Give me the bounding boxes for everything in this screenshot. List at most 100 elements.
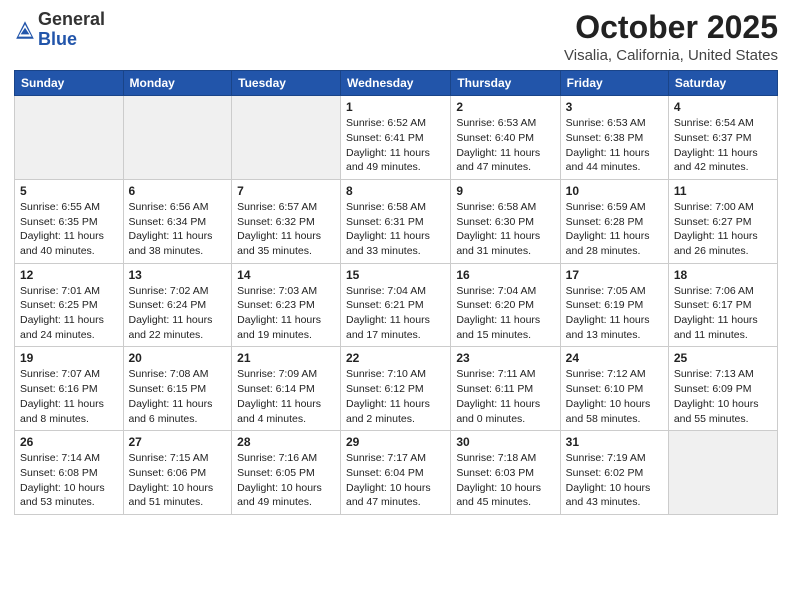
day-info: Sunrise: 7:01 AM Sunset: 6:25 PM Dayligh… [20, 284, 118, 343]
day-info: Sunrise: 6:53 AM Sunset: 6:38 PM Dayligh… [566, 116, 663, 175]
day-info: Sunrise: 7:04 AM Sunset: 6:20 PM Dayligh… [456, 284, 554, 343]
day-number: 16 [456, 268, 554, 282]
logo-general: General [38, 9, 105, 29]
logo-blue: Blue [38, 29, 77, 49]
table-row: 21Sunrise: 7:09 AM Sunset: 6:14 PM Dayli… [232, 347, 341, 431]
day-info: Sunrise: 7:00 AM Sunset: 6:27 PM Dayligh… [674, 200, 772, 259]
table-row: 10 Sunrise: 6:59 AM Sunset: 6:28 PM Dayli… [560, 179, 668, 263]
day-info: Sunrise: 7:03 AM Sunset: 6:23 PM Dayligh… [237, 284, 335, 343]
table-row [232, 96, 341, 180]
calendar-container: General Blue October 2025 Visalia, Calif… [0, 0, 792, 612]
table-row: 4 Sunrise: 6:54 AM Sunset: 6:37 PM Daylig… [668, 96, 777, 180]
logo: General Blue [14, 10, 105, 50]
day-info: Sunrise: 7:10 AM Sunset: 6:12 PM Dayligh… [346, 367, 445, 426]
day-number: 10 [566, 184, 663, 198]
table-row: 18 Sunrise: 7:06 AM Sunset: 6:17 PM Dayli… [668, 263, 777, 347]
day-number: 7 [237, 184, 335, 198]
day-number: 8 [346, 184, 445, 198]
table-row: 29Sunrise: 7:17 AM Sunset: 6:04 PM Dayli… [341, 431, 451, 515]
day-number: 12 [20, 268, 118, 282]
day-number: 15 [346, 268, 445, 282]
day-info: Sunrise: 6:54 AM Sunset: 6:37 PM Dayligh… [674, 116, 772, 175]
day-number: 2 [456, 100, 554, 114]
day-info: Sunrise: 6:58 AM Sunset: 6:30 PM Dayligh… [456, 200, 554, 259]
day-number: 13 [129, 268, 227, 282]
day-info: Sunrise: 7:14 AM Sunset: 6:08 PM Dayligh… [20, 451, 118, 510]
day-number: 6 [129, 184, 227, 198]
day-info: Sunrise: 6:55 AM Sunset: 6:35 PM Dayligh… [20, 200, 118, 259]
title-block: October 2025 Visalia, California, United… [564, 10, 778, 64]
day-info: Sunrise: 7:19 AM Sunset: 6:02 PM Dayligh… [566, 451, 663, 510]
day-number: 18 [674, 268, 772, 282]
day-info: Sunrise: 7:04 AM Sunset: 6:21 PM Dayligh… [346, 284, 445, 343]
day-number: 4 [674, 100, 772, 114]
day-number: 14 [237, 268, 335, 282]
header-wednesday: Wednesday [341, 71, 451, 96]
month-title: October 2025 [564, 10, 778, 45]
header-friday: Friday [560, 71, 668, 96]
header-sunday: Sunday [15, 71, 124, 96]
header-saturday: Saturday [668, 71, 777, 96]
day-number: 1 [346, 100, 445, 114]
day-number: 30 [456, 435, 554, 449]
day-number: 31 [566, 435, 663, 449]
day-number: 17 [566, 268, 663, 282]
calendar-week-row: 12 Sunrise: 7:01 AM Sunset: 6:25 PM Dayli… [15, 263, 778, 347]
logo-text: General Blue [38, 10, 105, 50]
table-row [668, 431, 777, 515]
calendar-header-row: Sunday Monday Tuesday Wednesday Thursday… [15, 71, 778, 96]
day-info: Sunrise: 7:05 AM Sunset: 6:19 PM Dayligh… [566, 284, 663, 343]
header: General Blue October 2025 Visalia, Calif… [14, 10, 778, 64]
table-row: 16 Sunrise: 7:04 AM Sunset: 6:20 PM Dayli… [451, 263, 560, 347]
table-row: 1 Sunrise: 6:52 AM Sunset: 6:41 PM Daylig… [341, 96, 451, 180]
day-number: 20 [129, 351, 227, 365]
day-info: Sunrise: 7:11 AM Sunset: 6:11 PM Dayligh… [456, 367, 554, 426]
table-row: 11 Sunrise: 7:00 AM Sunset: 6:27 PM Dayli… [668, 179, 777, 263]
day-info: Sunrise: 7:15 AM Sunset: 6:06 PM Dayligh… [129, 451, 227, 510]
header-thursday: Thursday [451, 71, 560, 96]
table-row: 14 Sunrise: 7:03 AM Sunset: 6:23 PM Dayli… [232, 263, 341, 347]
calendar-week-row: 5 Sunrise: 6:55 AM Sunset: 6:35 PM Daylig… [15, 179, 778, 263]
calendar-week-row: 1 Sunrise: 6:52 AM Sunset: 6:41 PM Daylig… [15, 96, 778, 180]
calendar-week-row: 19Sunrise: 7:07 AM Sunset: 6:16 PM Dayli… [15, 347, 778, 431]
day-number: 22 [346, 351, 445, 365]
day-number: 5 [20, 184, 118, 198]
table-row [123, 96, 232, 180]
day-info: Sunrise: 7:08 AM Sunset: 6:15 PM Dayligh… [129, 367, 227, 426]
table-row: 24Sunrise: 7:12 AM Sunset: 6:10 PM Dayli… [560, 347, 668, 431]
table-row: 8Sunrise: 6:58 AM Sunset: 6:31 PM Daylig… [341, 179, 451, 263]
day-number: 11 [674, 184, 772, 198]
table-row: 30 Sunrise: 7:18 AM Sunset: 6:03 PM Dayli… [451, 431, 560, 515]
day-info: Sunrise: 6:57 AM Sunset: 6:32 PM Dayligh… [237, 200, 335, 259]
day-info: Sunrise: 7:18 AM Sunset: 6:03 PM Dayligh… [456, 451, 554, 510]
table-row: 28Sunrise: 7:16 AM Sunset: 6:05 PM Dayli… [232, 431, 341, 515]
table-row: 6Sunrise: 6:56 AM Sunset: 6:34 PM Daylig… [123, 179, 232, 263]
table-row: 22 Sunrise: 7:10 AM Sunset: 6:12 PM Dayli… [341, 347, 451, 431]
table-row [15, 96, 124, 180]
table-row: 19Sunrise: 7:07 AM Sunset: 6:16 PM Dayli… [15, 347, 124, 431]
day-info: Sunrise: 6:53 AM Sunset: 6:40 PM Dayligh… [456, 116, 554, 175]
calendar-table: Sunday Monday Tuesday Wednesday Thursday… [14, 70, 778, 515]
table-row: 13Sunrise: 7:02 AM Sunset: 6:24 PM Dayli… [123, 263, 232, 347]
location: Visalia, California, United States [564, 47, 778, 64]
table-row: 5 Sunrise: 6:55 AM Sunset: 6:35 PM Daylig… [15, 179, 124, 263]
day-number: 9 [456, 184, 554, 198]
table-row: 15 Sunrise: 7:04 AM Sunset: 6:21 PM Dayli… [341, 263, 451, 347]
table-row: 25Sunrise: 7:13 AM Sunset: 6:09 PM Dayli… [668, 347, 777, 431]
day-info: Sunrise: 6:52 AM Sunset: 6:41 PM Dayligh… [346, 116, 445, 175]
day-info: Sunrise: 7:06 AM Sunset: 6:17 PM Dayligh… [674, 284, 772, 343]
table-row: 17 Sunrise: 7:05 AM Sunset: 6:19 PM Dayli… [560, 263, 668, 347]
table-row: 23Sunrise: 7:11 AM Sunset: 6:11 PM Dayli… [451, 347, 560, 431]
day-info: Sunrise: 7:07 AM Sunset: 6:16 PM Dayligh… [20, 367, 118, 426]
day-number: 24 [566, 351, 663, 365]
table-row: 26 Sunrise: 7:14 AM Sunset: 6:08 PM Dayli… [15, 431, 124, 515]
day-number: 26 [20, 435, 118, 449]
day-info: Sunrise: 7:09 AM Sunset: 6:14 PM Dayligh… [237, 367, 335, 426]
table-row: 7 Sunrise: 6:57 AM Sunset: 6:32 PM Daylig… [232, 179, 341, 263]
day-number: 28 [237, 435, 335, 449]
day-info: Sunrise: 6:59 AM Sunset: 6:28 PM Dayligh… [566, 200, 663, 259]
table-row: 9 Sunrise: 6:58 AM Sunset: 6:30 PM Daylig… [451, 179, 560, 263]
table-row: 27Sunrise: 7:15 AM Sunset: 6:06 PM Dayli… [123, 431, 232, 515]
table-row: 31 Sunrise: 7:19 AM Sunset: 6:02 PM Dayli… [560, 431, 668, 515]
day-number: 25 [674, 351, 772, 365]
